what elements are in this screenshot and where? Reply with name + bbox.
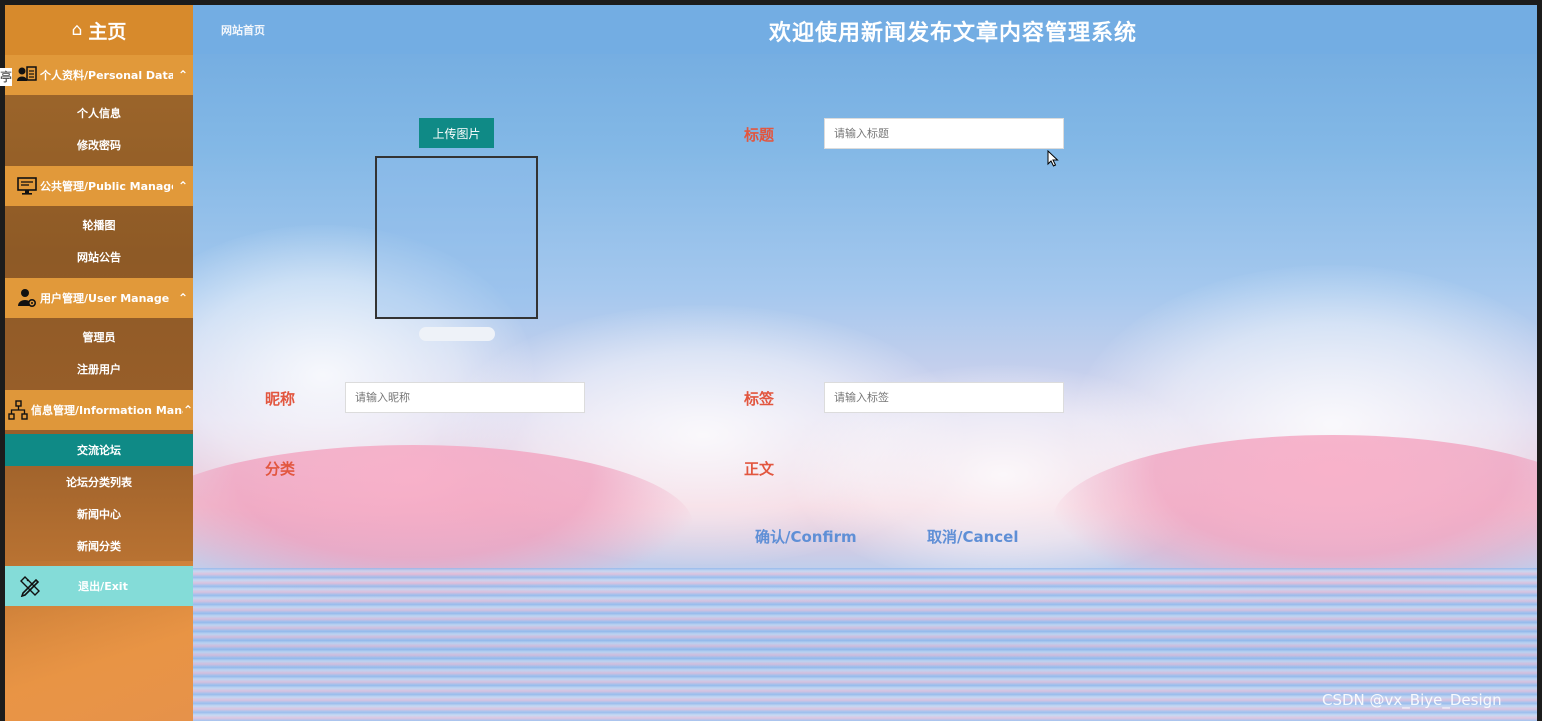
sidebar-item-forum-categories[interactable]: 论坛分类列表 bbox=[5, 466, 193, 498]
exit-label: 退出/Exit bbox=[78, 580, 128, 593]
sidebar-item-registered-users[interactable]: 注册用户 bbox=[5, 353, 193, 385]
sidebar-item-news-categories[interactable]: 新闻分类 bbox=[5, 530, 193, 562]
pencil-ruler-icon bbox=[17, 573, 43, 599]
breadcrumb-home-link[interactable]: 网站首页 bbox=[221, 22, 265, 38]
main-content: 网站首页 欢迎使用新闻发布文章内容管理系统 上传图片 标题 昵称 标签 分类 正… bbox=[193, 5, 1537, 721]
tag-label: 标签 bbox=[744, 390, 775, 408]
menu-group-label: 信息管理/Information Manage bbox=[31, 404, 183, 417]
sidebar-home[interactable]: ⌂ 主页 bbox=[5, 5, 193, 55]
sidebar-item-site-notice[interactable]: 网站公告 bbox=[5, 241, 193, 273]
title-label: 标题 bbox=[744, 126, 775, 144]
sidebar-item-change-password[interactable]: 修改密码 bbox=[5, 129, 193, 161]
cancel-button[interactable]: 取消/Cancel bbox=[927, 526, 1019, 547]
sidebar-item-forum[interactable]: 交流论坛 bbox=[5, 434, 193, 466]
monitor-icon bbox=[16, 175, 38, 197]
sitemap-icon bbox=[7, 399, 29, 421]
watermark: CSDN @vx_Biye_Design bbox=[1322, 691, 1502, 709]
exit-button[interactable]: 退出/Exit bbox=[5, 566, 193, 606]
page-title: 欢迎使用新闻发布文章内容管理系统 bbox=[768, 21, 1137, 46]
menu-group-label: 公共管理/Public Manage bbox=[40, 180, 173, 193]
menu-group-label: 个人资料/Personal Data bbox=[40, 69, 173, 82]
sidebar-item-personal-info[interactable]: 个人信息 bbox=[5, 97, 193, 129]
image-caption-placeholder bbox=[419, 327, 495, 341]
window-frame-right bbox=[1537, 0, 1542, 721]
nickname-input[interactable] bbox=[345, 382, 585, 413]
nickname-label: 昵称 bbox=[265, 390, 296, 408]
menu-group-user-manage[interactable]: 用户管理/User Manage ⌃ bbox=[5, 278, 193, 318]
chevron-up-icon: ⌃ bbox=[177, 179, 189, 193]
menu-group-public-manage[interactable]: 公共管理/Public Manage ⌃ bbox=[5, 166, 193, 206]
confirm-button[interactable]: 确认/Confirm bbox=[755, 526, 857, 547]
content-label: 正文 bbox=[744, 460, 775, 478]
menu-group-label: 用户管理/User Manage bbox=[40, 292, 170, 305]
stray-glyph: 亭 bbox=[0, 68, 12, 86]
chevron-up-icon: ⌃ bbox=[183, 403, 193, 417]
id-card-icon bbox=[16, 64, 38, 86]
mouse-cursor-icon bbox=[1047, 149, 1059, 167]
menu-group-personal-data[interactable]: 个人资料/Personal Data ⌃ bbox=[5, 55, 193, 95]
tag-input[interactable] bbox=[824, 382, 1064, 413]
home-icon: ⌂ bbox=[71, 20, 83, 40]
upload-image-button[interactable]: 上传图片 bbox=[419, 118, 494, 148]
title-input[interactable] bbox=[824, 118, 1064, 149]
category-label: 分类 bbox=[265, 460, 296, 478]
sidebar: ⌂ 主页 个人资料/Personal Data ⌃ 个人信息 修改密码 公共管理… bbox=[5, 5, 193, 721]
sidebar-item-carousel[interactable]: 轮播图 bbox=[5, 209, 193, 241]
menu-group-information-manage[interactable]: 信息管理/Information Manage ⌃ bbox=[5, 390, 193, 430]
sidebar-home-label: 主页 bbox=[88, 20, 127, 43]
sidebar-item-news-center[interactable]: 新闻中心 bbox=[5, 498, 193, 530]
sidebar-item-admins[interactable]: 管理员 bbox=[5, 321, 193, 353]
image-preview bbox=[375, 156, 538, 319]
top-bar: 网站首页 欢迎使用新闻发布文章内容管理系统 bbox=[193, 5, 1537, 54]
user-gear-icon bbox=[16, 287, 38, 309]
chevron-up-icon: ⌃ bbox=[177, 291, 189, 305]
chevron-up-icon: ⌃ bbox=[177, 68, 189, 82]
